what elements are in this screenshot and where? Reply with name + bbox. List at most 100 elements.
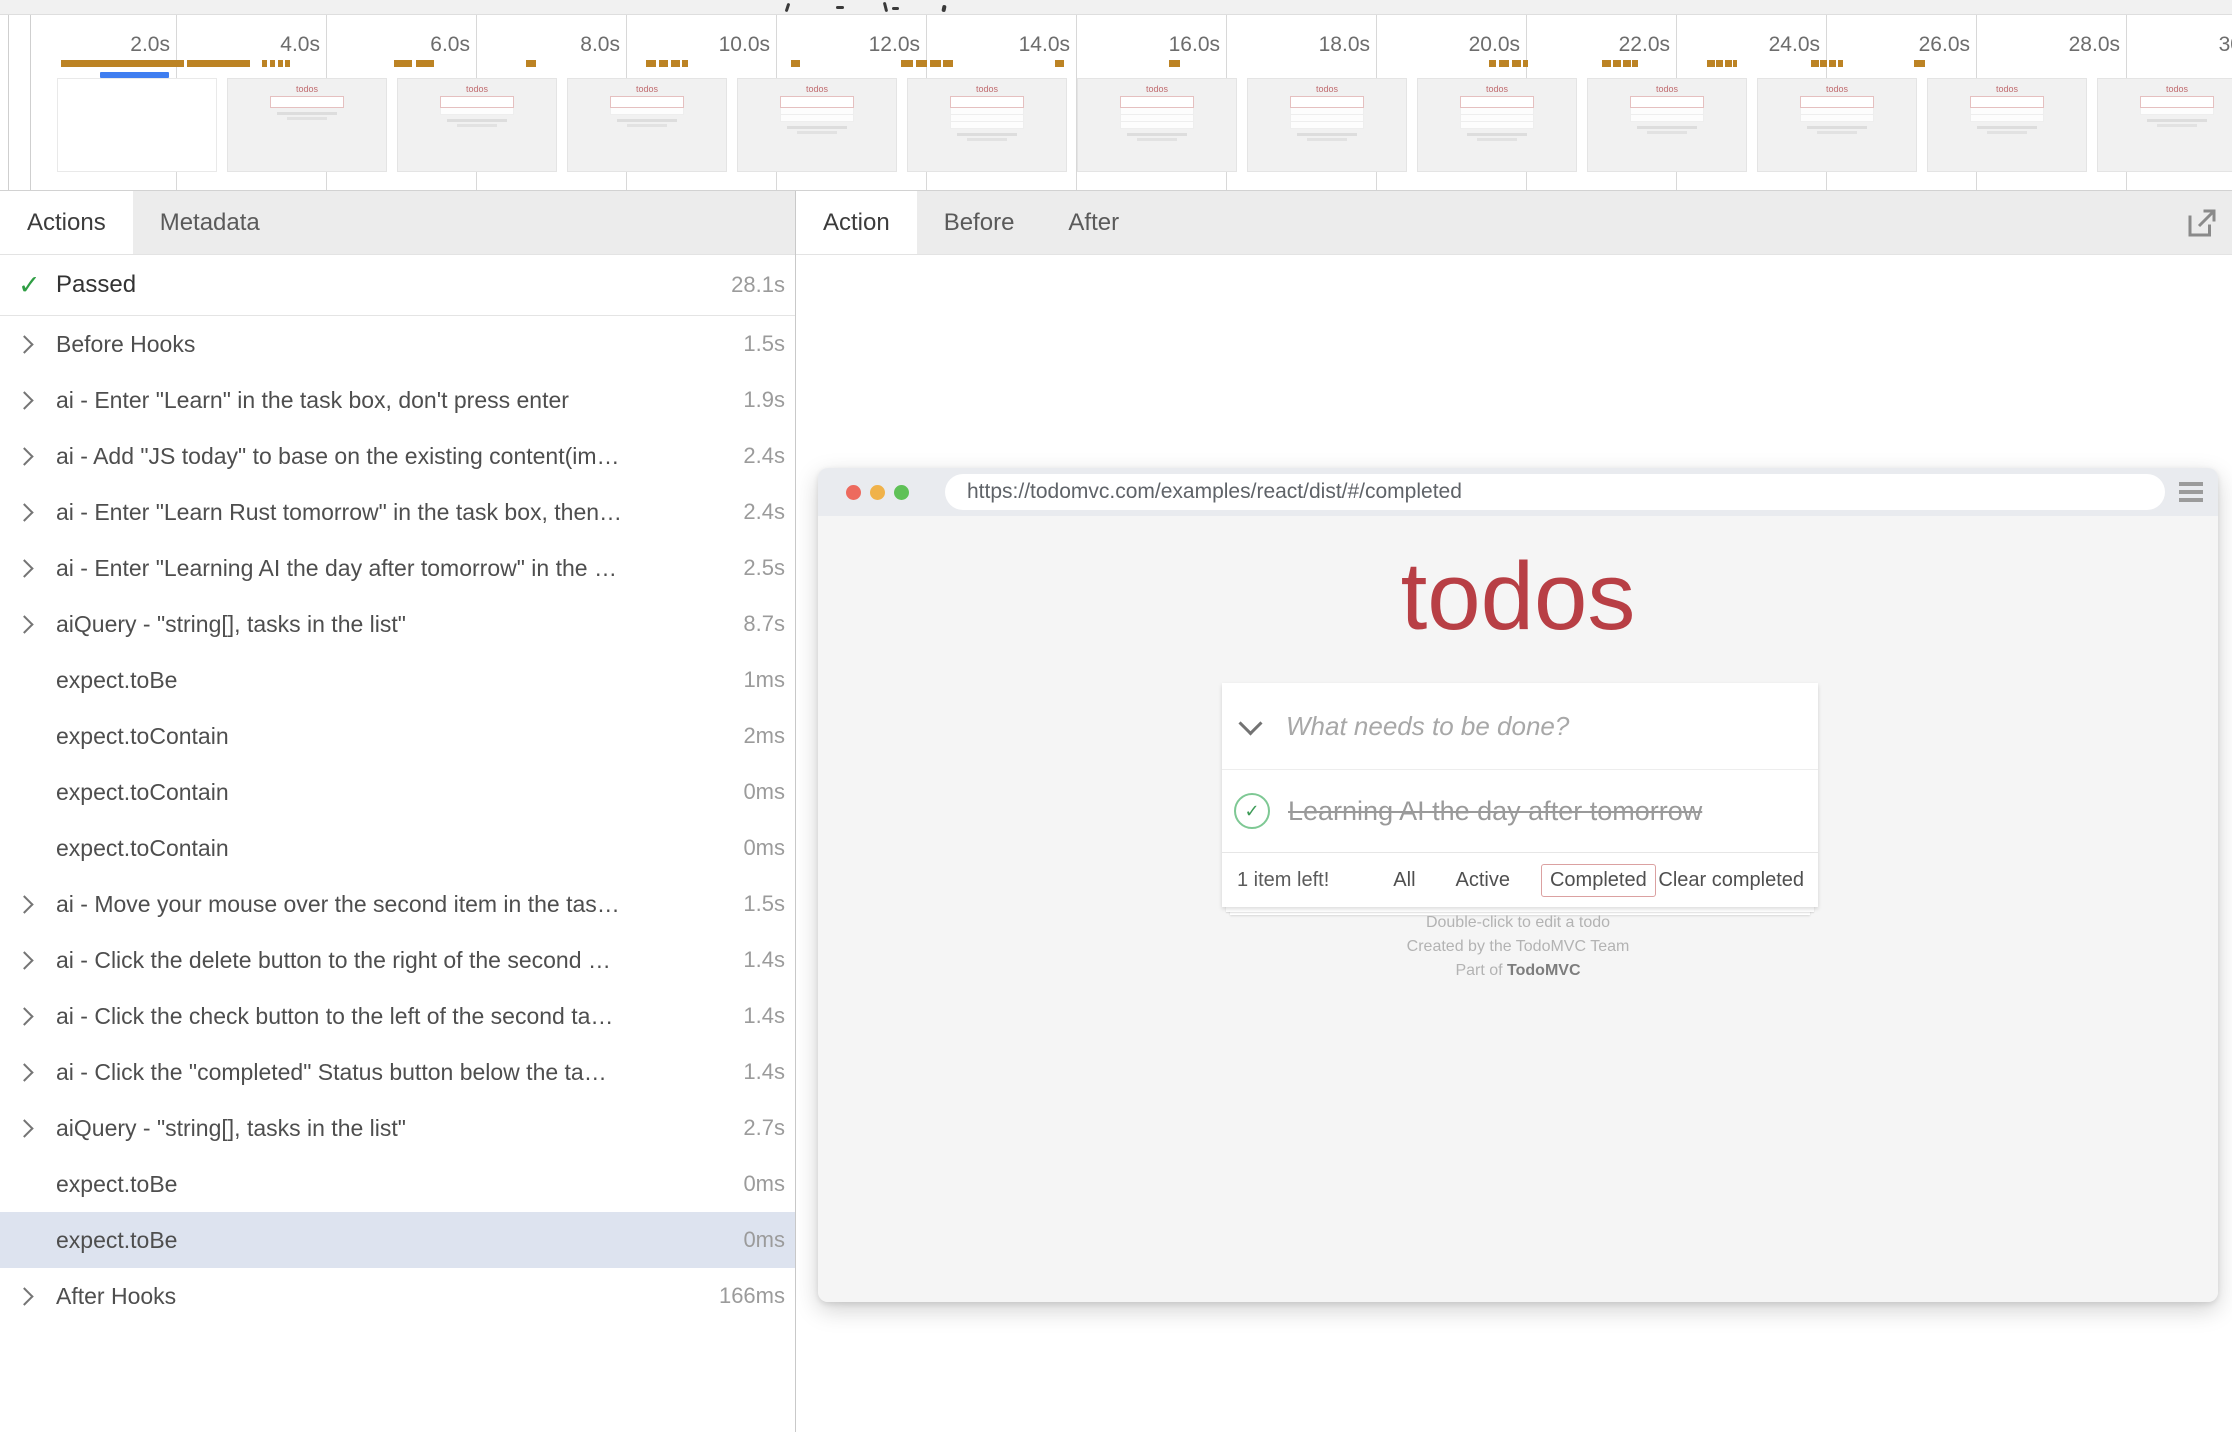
action-row[interactable]: expect.toContain0ms xyxy=(0,820,795,876)
new-todo-input[interactable]: What needs to be done? xyxy=(1286,711,1569,742)
timeline[interactable]: 2.0s4.0s6.0s8.0s10.0s12.0s14.0s16.0s18.0… xyxy=(0,15,2232,190)
filmstrip-thumbnail[interactable]: todos xyxy=(567,78,727,172)
close-light-icon[interactable] xyxy=(846,485,861,500)
action-time-mark xyxy=(285,60,290,67)
browser-window-snapshot: https://todomvc.com/examples/react/dist/… xyxy=(818,468,2218,1302)
filmstrip-thumbnail[interactable]: todos xyxy=(397,78,557,172)
action-row-duration: 1.4s xyxy=(743,1059,785,1085)
filmstrip-thumbnail[interactable]: todos xyxy=(737,78,897,172)
filmstrip-thumbnail[interactable]: todos xyxy=(1927,78,2087,172)
timeline-tick-label: 12.0s xyxy=(869,33,920,57)
chevron-right-icon[interactable] xyxy=(15,615,33,633)
filter-completed[interactable]: Completed xyxy=(1541,864,1656,897)
todo-complete-checkbox[interactable]: ✓ xyxy=(1234,793,1270,829)
tab-action[interactable]: Action xyxy=(796,191,917,254)
todo-footer: 1 item left! AllActiveCompleted Clear co… xyxy=(1222,852,1818,907)
thumbnail-todo-line xyxy=(950,115,1024,122)
address-bar[interactable]: https://todomvc.com/examples/react/dist/… xyxy=(945,474,2165,510)
action-row[interactable]: ai - Move your mouse over the second ite… xyxy=(0,876,795,932)
action-time-mark xyxy=(1829,60,1836,67)
chevron-right-icon[interactable] xyxy=(15,895,33,913)
filmstrip-thumbnail[interactable]: todos xyxy=(2097,78,2232,172)
action-row[interactable]: ai - Enter "Learn" in the task box, don'… xyxy=(0,372,795,428)
thumbnail-todo-line xyxy=(1120,108,1194,115)
info-line: Double-click to edit a todo xyxy=(818,911,2218,935)
thumbnail-todo-line xyxy=(1970,115,2044,122)
chevron-right-icon[interactable] xyxy=(15,1287,33,1305)
test-status-label: Passed xyxy=(56,271,731,299)
chevron-right-icon[interactable] xyxy=(15,559,33,577)
toggle-all-button[interactable] xyxy=(1222,721,1278,732)
minimize-light-icon[interactable] xyxy=(870,485,885,500)
action-row-duration: 166ms xyxy=(719,1283,785,1309)
action-row[interactable]: Before Hooks1.5s xyxy=(0,316,795,372)
todomvc-brand-link[interactable]: TodoMVC xyxy=(1507,962,1580,979)
menu-icon[interactable] xyxy=(2179,482,2203,502)
action-time-mark xyxy=(1523,60,1528,67)
chevron-right-icon[interactable] xyxy=(15,335,33,353)
tab-after[interactable]: After xyxy=(1041,191,1146,254)
action-time-mark xyxy=(930,60,941,67)
action-row[interactable]: expect.toContain0ms xyxy=(0,764,795,820)
chevron-box xyxy=(18,898,56,911)
action-time-mark xyxy=(1811,60,1819,67)
thumbnail-input xyxy=(1970,96,2044,108)
todo-app: todos What needs to be done? ✓ Learning … xyxy=(818,516,2218,1302)
chevron-box xyxy=(18,450,56,463)
thumbnail-todo-line xyxy=(610,108,684,115)
filmstrip-thumbnail[interactable]: todos xyxy=(907,78,1067,172)
action-row[interactable]: expect.toBe0ms xyxy=(0,1156,795,1212)
action-row[interactable]: expect.toContain2ms xyxy=(0,708,795,764)
chevron-right-icon[interactable] xyxy=(15,447,33,465)
chevron-right-icon[interactable] xyxy=(15,1119,33,1137)
timeline-tick-label: 10.0s xyxy=(719,33,770,57)
thumbnail-todo-line xyxy=(780,115,854,122)
action-row[interactable]: aiQuery - "string[], tasks in the list"2… xyxy=(0,1100,795,1156)
thumbnail-app-title: todos xyxy=(1418,84,1576,94)
action-time-mark xyxy=(671,60,680,67)
open-external-icon[interactable] xyxy=(2184,205,2220,241)
timeline-tick-label: 20.0s xyxy=(1469,33,1520,57)
chevron-right-icon[interactable] xyxy=(15,951,33,969)
action-row[interactable]: ai - Enter "Learning AI the day after to… xyxy=(0,540,795,596)
action-row[interactable]: expect.toBe0ms xyxy=(0,1212,795,1268)
tab-before[interactable]: Before xyxy=(917,191,1042,254)
action-time-mark xyxy=(1733,60,1737,67)
browser-chrome: https://todomvc.com/examples/react/dist/… xyxy=(818,468,2218,516)
chevron-right-icon[interactable] xyxy=(15,503,33,521)
filmstrip-thumbnail[interactable]: todos xyxy=(1587,78,1747,172)
filmstrip-thumbnail[interactable]: todos xyxy=(1247,78,1407,172)
clear-completed-button[interactable]: Clear completed xyxy=(1658,869,1804,892)
chevron-right-icon[interactable] xyxy=(15,1063,33,1081)
action-row[interactable]: expect.toBe1ms xyxy=(0,652,795,708)
action-row[interactable]: After Hooks 166ms xyxy=(0,1268,795,1324)
filter-all[interactable]: All xyxy=(1384,864,1424,897)
action-row-duration: 0ms xyxy=(743,779,785,805)
action-row[interactable]: aiQuery - "string[], tasks in the list"8… xyxy=(0,596,795,652)
chevron-right-icon[interactable] xyxy=(15,391,33,409)
action-row-label: After Hooks xyxy=(56,1283,711,1310)
action-row-label: ai - Click the "completed" Status button… xyxy=(56,1059,735,1086)
filmstrip-thumbnail[interactable]: todos xyxy=(227,78,387,172)
chevron-right-icon[interactable] xyxy=(15,1007,33,1025)
chevron-box xyxy=(18,562,56,575)
action-row[interactable]: ai - Add "JS today" to base on the exist… xyxy=(0,428,795,484)
filmstrip-thumbnail[interactable]: todos xyxy=(1077,78,1237,172)
tab-metadata[interactable]: Metadata xyxy=(133,191,287,254)
filmstrip-thumbnail[interactable] xyxy=(57,78,217,172)
action-row-label: ai - Click the delete button to the righ… xyxy=(56,947,735,974)
action-row[interactable]: ai - Click the check button to the left … xyxy=(0,988,795,1044)
action-row-duration: 2.4s xyxy=(743,499,785,525)
zoom-light-icon[interactable] xyxy=(894,485,909,500)
clipped-title-fragment xyxy=(883,2,888,12)
action-row[interactable]: ai - Click the delete button to the righ… xyxy=(0,932,795,988)
action-row[interactable]: ai - Enter "Learn Rust tomorrow" in the … xyxy=(0,484,795,540)
filter-active[interactable]: Active xyxy=(1447,864,1519,897)
filmstrip-thumbnail[interactable]: todos xyxy=(1757,78,1917,172)
tab-actions[interactable]: Actions xyxy=(0,191,133,254)
action-row[interactable]: ai - Click the "completed" Status button… xyxy=(0,1044,795,1100)
clipped-title-fragment xyxy=(892,7,899,10)
thumbnail-footer-line xyxy=(457,124,497,127)
todo-item[interactable]: ✓ Learning AI the day after tomorrow xyxy=(1222,769,1818,852)
filmstrip-thumbnail[interactable]: todos xyxy=(1417,78,1577,172)
